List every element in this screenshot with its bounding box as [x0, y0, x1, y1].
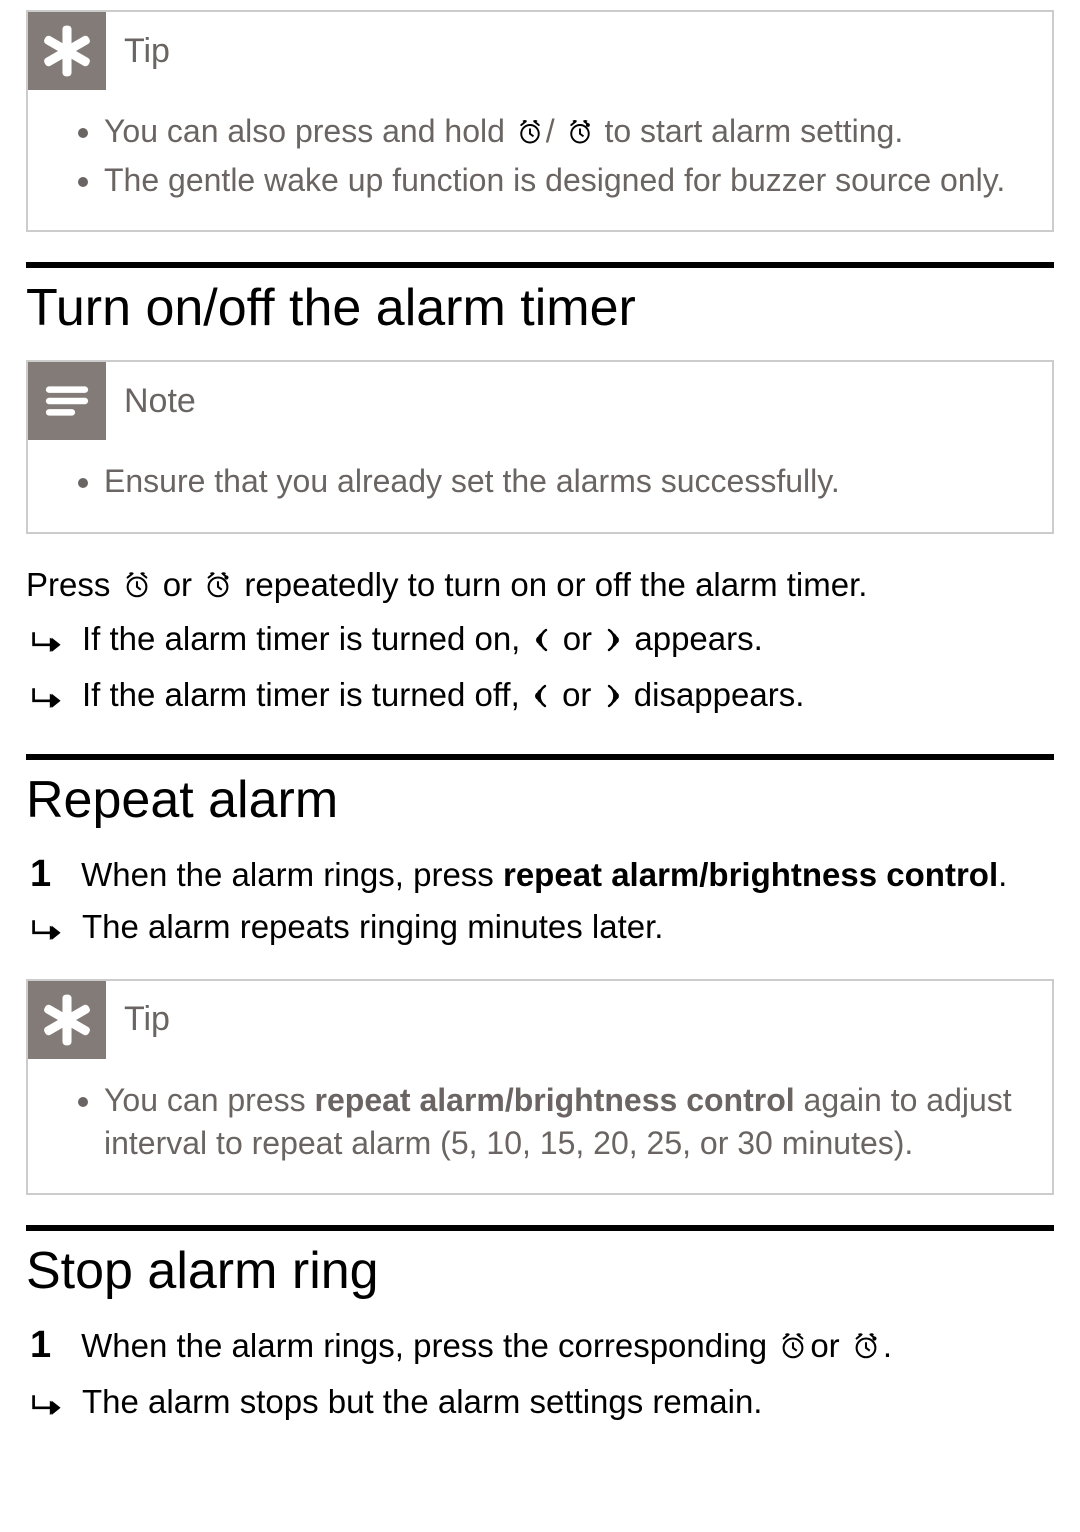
text: or [810, 1327, 849, 1364]
asterisk-icon [28, 12, 106, 90]
text: to start alarm setting. [604, 113, 903, 149]
text: The alarm stops but the alarm settings r… [82, 1379, 762, 1425]
asterisk-icon [28, 981, 106, 1059]
section-heading-turn-alarm: Turn on/off the alarm timer [26, 278, 1054, 338]
text: If the alarm timer is turned off, [82, 676, 529, 713]
text: repeatedly to turn on or off the alarm t… [244, 566, 867, 603]
note-body: Ensure that you already set the alarms s… [28, 440, 1052, 531]
tip-label: Tip [124, 32, 170, 71]
step-item: 1 When the alarm rings, press repeat ala… [30, 852, 1054, 898]
alarm1-icon [122, 566, 152, 612]
section-divider [26, 262, 1054, 268]
tip-header: Tip [28, 12, 1052, 90]
section-divider [26, 754, 1054, 760]
section-divider [26, 1225, 1054, 1231]
alarm2-icon [566, 114, 594, 157]
result-arrow-icon [30, 1385, 66, 1431]
text: When the alarm rings, press the correspo… [81, 1327, 776, 1364]
text: / [546, 113, 555, 149]
numbered-step-list: 1 When the alarm rings, press repeat ala… [26, 852, 1054, 898]
tip-item: You can press repeat alarm/brightness co… [104, 1079, 1020, 1165]
result-arrow-icon [30, 622, 66, 668]
result-arrow-icon [30, 910, 66, 956]
note-item: Ensure that you already set the alarms s… [104, 460, 1020, 503]
note-icon [28, 362, 106, 440]
result-item: The alarm stops but the alarm settings r… [30, 1379, 1054, 1431]
text: or [562, 676, 601, 713]
alarm2-icon [851, 1327, 881, 1373]
tip-box: Tip You can press repeat alarm/brightnes… [26, 979, 1054, 1195]
text: Press [26, 566, 120, 603]
alarm1-icon [778, 1327, 808, 1373]
sound-left-icon [531, 676, 551, 722]
alarm1-icon [516, 114, 544, 157]
text: You can press [104, 1082, 315, 1118]
text: or [163, 566, 202, 603]
note-label: Note [124, 382, 196, 421]
tip-body: You can press repeat alarm/brightness co… [28, 1059, 1052, 1193]
sound-left-icon [532, 620, 552, 666]
alarm2-icon [203, 566, 233, 612]
step-number: 1 [30, 1323, 51, 1369]
text: If the alarm timer is turned on, [82, 620, 530, 657]
section-heading-repeat-alarm: Repeat alarm [26, 770, 1054, 830]
result-item: The alarm repeats ringing minutes later. [30, 904, 1054, 956]
section-heading-stop-alarm: Stop alarm ring [26, 1241, 1054, 1301]
tip-body: You can also press and hold / to start a… [28, 90, 1052, 230]
step-item: 1 When the alarm rings, press the corres… [30, 1323, 1054, 1373]
sound-right-icon [603, 676, 623, 722]
text: When the alarm rings, press [81, 856, 503, 893]
tip-label: Tip [124, 1000, 170, 1039]
tip-box: Tip You can also press and hold / to sta… [26, 10, 1054, 232]
text: . [883, 1327, 892, 1364]
numbered-step-list: 1 When the alarm rings, press the corres… [26, 1323, 1054, 1373]
note-box: Note Ensure that you already set the ala… [26, 360, 1054, 533]
tip-header: Tip [28, 981, 1052, 1059]
text: or [563, 620, 602, 657]
instruction-paragraph: Press or repeatedly to turn on or off th… [26, 562, 1054, 612]
bold-text: repeat alarm/brightness control [315, 1082, 795, 1118]
result-arrow-icon [30, 678, 66, 724]
result-item: If the alarm timer is turned off, or dis… [30, 672, 1054, 724]
text: . [998, 856, 1007, 893]
result-item: If the alarm timer is turned on, or appe… [30, 616, 1054, 668]
bold-text: repeat alarm/brightness control [503, 856, 998, 893]
step-number: 1 [30, 852, 51, 898]
text: appears. [634, 620, 762, 657]
tip-item: The gentle wake up function is designed … [104, 159, 1020, 202]
text: disappears. [634, 676, 805, 713]
result-list: The alarm repeats ringing minutes later. [26, 904, 1054, 956]
result-list: The alarm stops but the alarm settings r… [26, 1379, 1054, 1431]
result-list: If the alarm timer is turned on, or appe… [26, 616, 1054, 724]
text: The alarm repeats ringing minutes later. [82, 904, 663, 950]
text: You can also press and hold [104, 113, 514, 149]
tip-item: You can also press and hold / to start a… [104, 110, 1020, 157]
note-header: Note [28, 362, 1052, 440]
sound-right-icon [603, 620, 623, 666]
